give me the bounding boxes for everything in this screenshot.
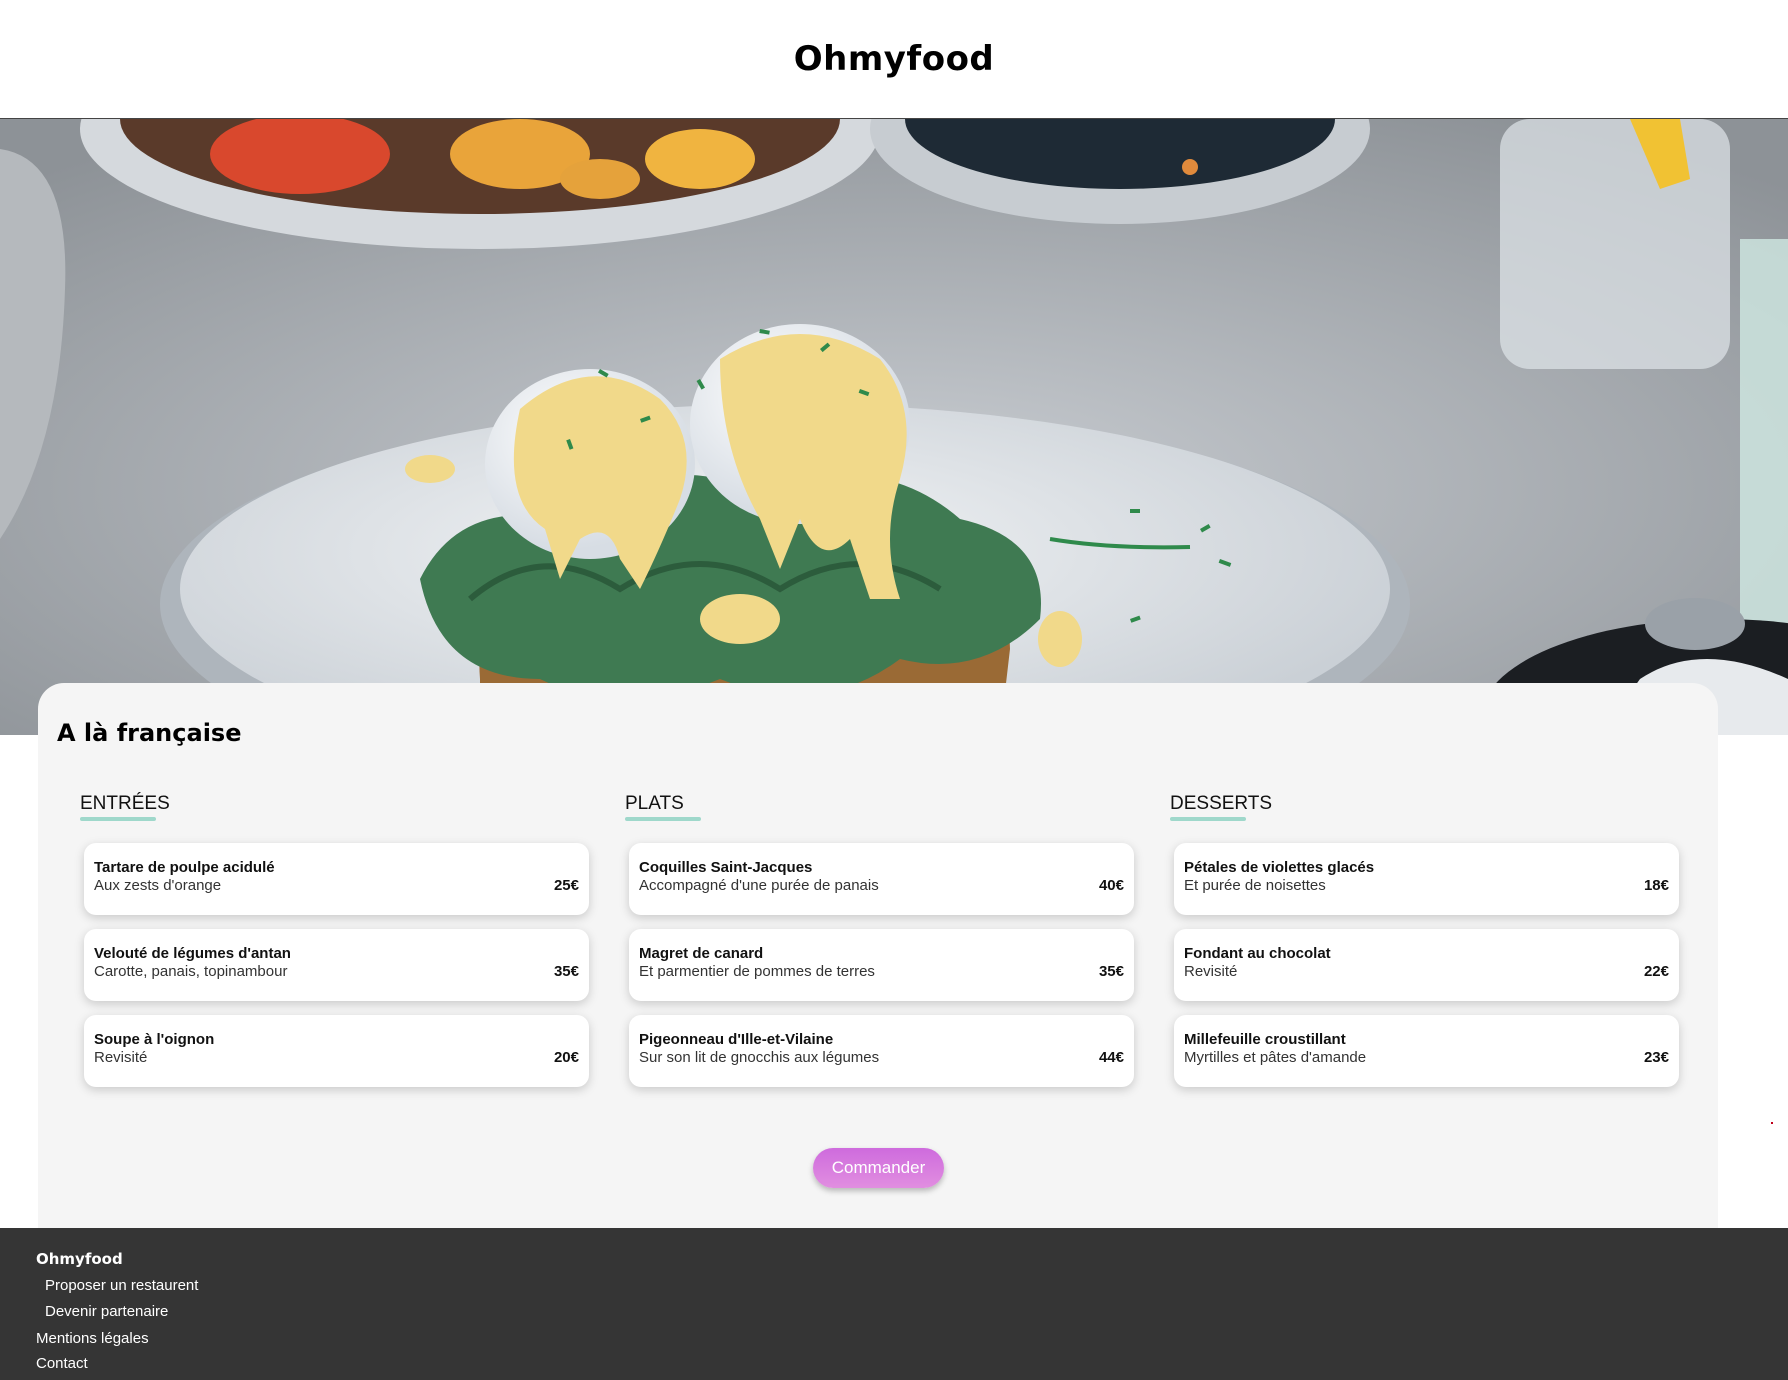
dish-description: Sur son lit de gnocchis aux légumes [639, 1049, 880, 1066]
hero-image [0, 119, 1788, 735]
site-header: Ohmyfood [0, 0, 1788, 119]
dish-price: 35€ [553, 963, 579, 980]
dish-price: 20€ [553, 1049, 579, 1066]
dish-name: Tartare de poulpe acidulé [94, 859, 275, 876]
dish-price: 44€ [1098, 1049, 1124, 1066]
dish-name: Magret de canard [639, 945, 764, 962]
footer-link-legal[interactable]: Mentions légales [36, 1330, 149, 1347]
restaurant-title: A là française [57, 719, 242, 747]
dish-card[interactable]: Millefeuille croustillant Myrtilles et p… [1174, 1015, 1679, 1087]
column-heading: ENTRÉES [80, 793, 170, 821]
dish-name: Soupe à l'oignon [94, 1031, 215, 1048]
dish-description: Carotte, panais, topinambour [94, 963, 288, 980]
dish-name: Pétales de violettes glacés [1184, 859, 1375, 876]
dish-name: Fondant au chocolat [1184, 945, 1331, 962]
menu-column-desserts: DESSERTS Pétales de violettes glacés Et … [1170, 793, 1679, 1087]
dish-card[interactable]: Fondant au chocolat Revisité 22€ [1174, 929, 1679, 1001]
dish-description: Myrtilles et pâtes d'amande [1184, 1049, 1367, 1066]
dish-card[interactable]: Pigeonneau d'Ille-et-Vilaine Sur son lit… [629, 1015, 1134, 1087]
dish-card[interactable]: Soupe à l'oignon Revisité 20€ [84, 1015, 589, 1087]
dish-card[interactable]: Velouté de légumes d'antan Carotte, pana… [84, 929, 589, 1001]
site-logo[interactable]: Ohmyfood [794, 39, 995, 79]
dish-name: Millefeuille croustillant [1184, 1031, 1346, 1048]
menu-column-entrees: ENTRÉES Tartare de poulpe acidulé Aux ze… [80, 793, 589, 1087]
footer-logo[interactable]: Ohmyfood [36, 1250, 123, 1268]
dish-description: Accompagné d'une purée de panais [639, 877, 879, 894]
dish-price: 35€ [1098, 963, 1124, 980]
dish-card[interactable]: Tartare de poulpe acidulé Aux zests d'or… [84, 843, 589, 915]
dish-card[interactable]: Coquilles Saint-Jacques Accompagné d'une… [629, 843, 1134, 915]
menu-card: A là française ENTRÉES Tartare de poulpe… [38, 683, 1718, 1228]
dish-price: 18€ [1643, 877, 1669, 894]
dish-name: Velouté de légumes d'antan [94, 945, 291, 962]
dish-card[interactable]: Magret de canard Et parmentier de pommes… [629, 929, 1134, 1001]
order-button[interactable]: Commander [813, 1148, 944, 1188]
dish-price: 22€ [1643, 963, 1669, 980]
dish-card[interactable]: Pétales de violettes glacés Et purée de … [1174, 843, 1679, 915]
menu-column-plats: PLATS Coquilles Saint-Jacques Accompagné… [625, 793, 1134, 1087]
column-heading: PLATS [625, 793, 701, 821]
dish-description: Et purée de noisettes [1184, 877, 1326, 894]
dish-name: Pigeonneau d'Ille-et-Vilaine [639, 1031, 834, 1048]
dish-price: 25€ [553, 877, 579, 894]
dish-price: 40€ [1098, 877, 1124, 894]
footer-link-contact[interactable]: Contact [36, 1355, 88, 1372]
footer-link-propose-restaurant[interactable]: Proposer un restaurent [45, 1277, 198, 1294]
decorative-dot [1771, 1122, 1773, 1124]
eggs-benedict-illustration [0, 119, 1788, 735]
dish-price: 23€ [1643, 1049, 1669, 1066]
site-footer: Ohmyfood Proposer un restaurent Devenir … [0, 1228, 1788, 1380]
dish-description: Revisité [94, 1049, 148, 1066]
dish-description: Et parmentier de pommes de terres [639, 963, 875, 980]
dish-description: Aux zests d'orange [94, 877, 222, 894]
dish-name: Coquilles Saint-Jacques [639, 859, 813, 876]
footer-link-become-partner[interactable]: Devenir partenaire [45, 1303, 168, 1320]
column-heading: DESSERTS [1170, 793, 1272, 821]
dish-description: Revisité [1184, 963, 1238, 980]
